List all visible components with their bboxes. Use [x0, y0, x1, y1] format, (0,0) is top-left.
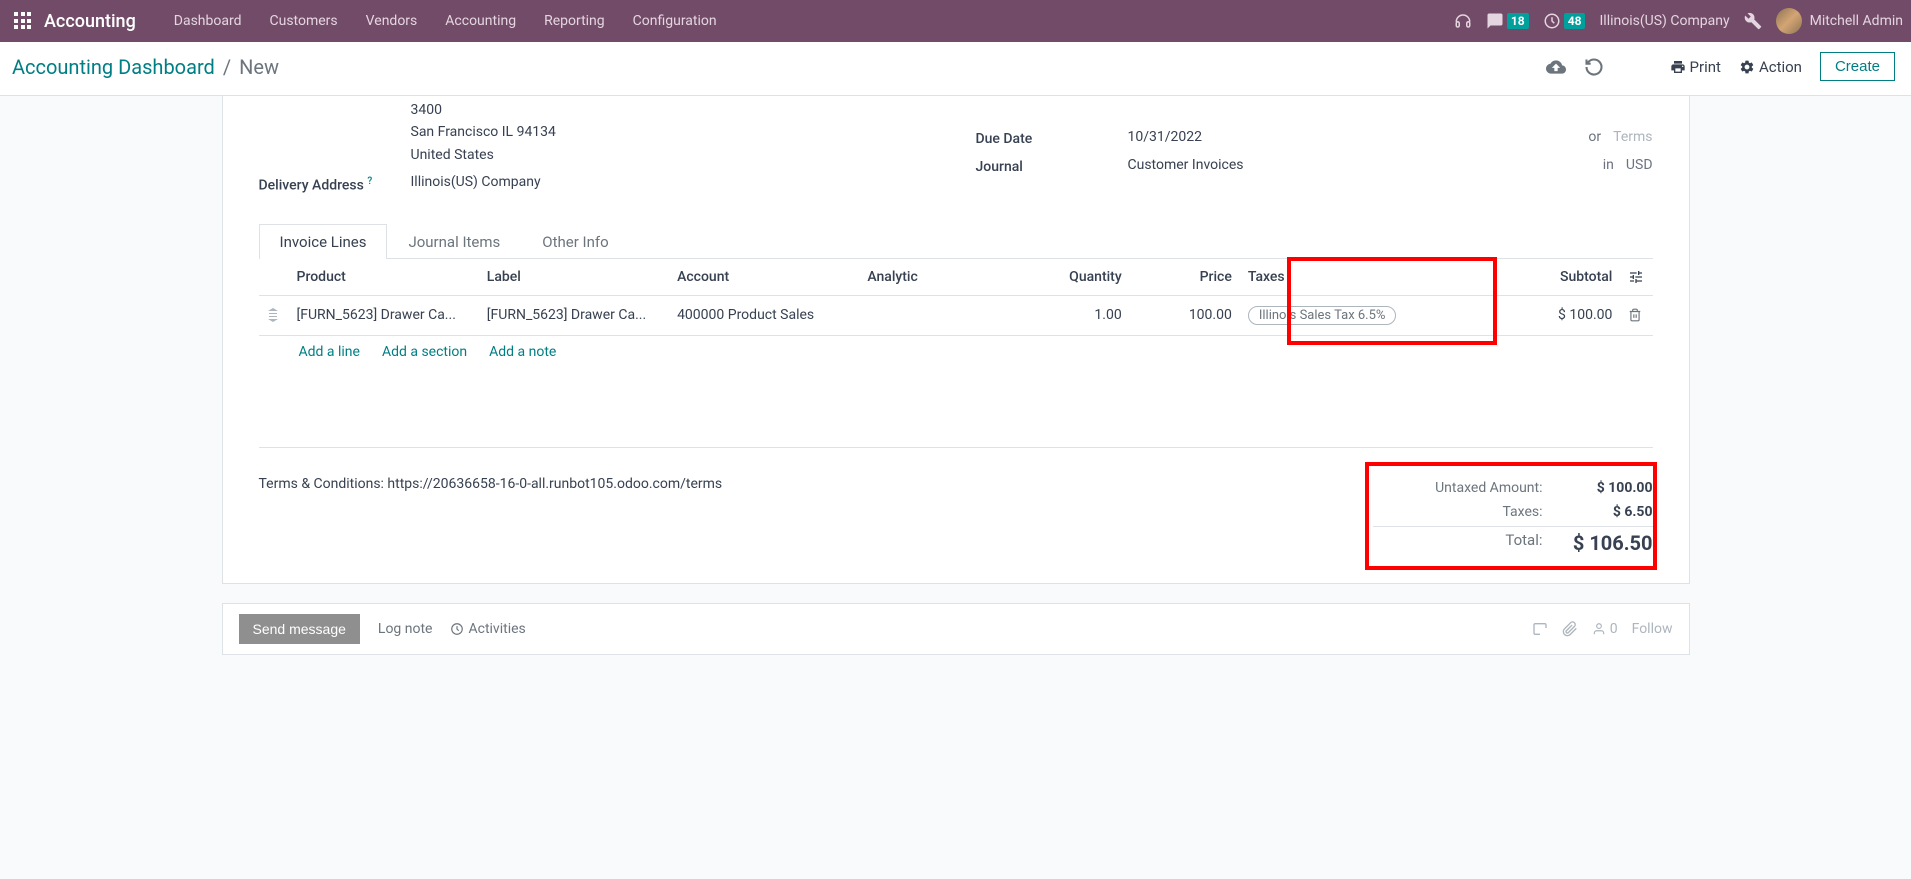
- total-label: Total:: [1373, 531, 1543, 555]
- table-row[interactable]: [FURN_5623] Drawer Ca... [FURN_5623] Dra…: [259, 295, 1653, 335]
- delivery-label: Delivery Address ?: [259, 174, 411, 194]
- messages-badge: 18: [1507, 13, 1529, 29]
- avatar: [1776, 8, 1802, 34]
- th-label[interactable]: Label: [479, 259, 669, 296]
- print-button[interactable]: Print: [1670, 58, 1721, 76]
- breadcrumb-parent[interactable]: Accounting Dashboard: [12, 55, 215, 79]
- th-product[interactable]: Product: [289, 259, 479, 296]
- total-value: $ 106.50: [1543, 531, 1653, 555]
- breadcrumb: Accounting Dashboard / New: [12, 55, 279, 79]
- journal-value[interactable]: Customer Invoices: [1128, 157, 1244, 173]
- messages-icon[interactable]: 18: [1486, 12, 1529, 30]
- attachment-icon[interactable]: [1532, 621, 1548, 637]
- th-subtotal[interactable]: Subtotal: [1490, 259, 1620, 296]
- activities-badge: 48: [1564, 13, 1586, 29]
- taxes-total-label: Taxes:: [1373, 504, 1543, 520]
- tab-journal-items[interactable]: Journal Items: [387, 224, 521, 259]
- cell-price[interactable]: 100.00: [1130, 295, 1240, 335]
- tab-other-info[interactable]: Other Info: [521, 224, 629, 259]
- add-line-link[interactable]: Add a line: [299, 344, 360, 360]
- add-section-link[interactable]: Add a section: [382, 344, 467, 360]
- due-date-value[interactable]: 10/31/2022: [1128, 129, 1203, 145]
- nav-vendors[interactable]: Vendors: [352, 0, 432, 42]
- terms-placeholder[interactable]: Terms: [1613, 129, 1652, 145]
- support-icon[interactable]: [1454, 12, 1472, 30]
- nav-accounting[interactable]: Accounting: [431, 0, 530, 42]
- th-taxes[interactable]: Taxes: [1240, 259, 1490, 296]
- apps-grid-icon[interactable]: [14, 12, 32, 30]
- action-button[interactable]: Action: [1739, 58, 1802, 76]
- due-date-label: Due Date: [976, 129, 1128, 147]
- main-navbar: Accounting Dashboard Customers Vendors A…: [0, 0, 1911, 42]
- followers-button[interactable]: 0: [1592, 621, 1618, 637]
- save-cloud-icon[interactable]: [1546, 57, 1566, 77]
- activities-icon[interactable]: 48: [1543, 12, 1586, 30]
- username: Mitchell Admin: [1810, 13, 1903, 29]
- invoice-lines-table: Product Label Account Analytic Quantity …: [259, 259, 1653, 336]
- columns-settings-icon[interactable]: [1628, 269, 1644, 285]
- tab-invoice-lines[interactable]: Invoice Lines: [259, 224, 388, 259]
- trash-icon[interactable]: [1628, 308, 1644, 322]
- form-sheet: 3400 San Francisco IL 94134 United State…: [222, 96, 1690, 584]
- company-switcher[interactable]: Illinois(US) Company: [1599, 13, 1729, 29]
- paperclip-icon[interactable]: [1562, 621, 1578, 637]
- currency-value[interactable]: USD: [1626, 157, 1653, 173]
- activities-button[interactable]: Activities: [450, 621, 525, 637]
- journal-label: Journal: [976, 157, 1128, 175]
- partner-address: 3400 San Francisco IL 94134 United State…: [411, 99, 936, 166]
- control-panel: Accounting Dashboard / New Print Action …: [0, 42, 1911, 96]
- cell-quantity[interactable]: 1.00: [1010, 295, 1130, 335]
- user-menu[interactable]: Mitchell Admin: [1776, 8, 1903, 34]
- nav-customers[interactable]: Customers: [256, 0, 352, 42]
- breadcrumb-sep: /: [223, 55, 231, 79]
- cell-taxes[interactable]: Illinois Sales Tax 6.5%: [1240, 295, 1490, 335]
- delivery-value[interactable]: Illinois(US) Company: [411, 174, 936, 190]
- log-note-button[interactable]: Log note: [378, 621, 433, 637]
- follow-button[interactable]: Follow: [1632, 621, 1673, 637]
- content-scroll[interactable]: 3400 San Francisco IL 94134 United State…: [0, 96, 1911, 877]
- tax-tag[interactable]: Illinois Sales Tax 6.5%: [1248, 306, 1397, 325]
- cell-account[interactable]: 400000 Product Sales: [669, 295, 859, 335]
- add-links: Add a line Add a section Add a note: [259, 336, 1653, 368]
- discard-icon[interactable]: [1584, 57, 1604, 77]
- nav-configuration[interactable]: Configuration: [619, 0, 731, 42]
- th-quantity[interactable]: Quantity: [1010, 259, 1130, 296]
- untaxed-label: Untaxed Amount:: [1373, 480, 1543, 496]
- tabs: Invoice Lines Journal Items Other Info: [259, 224, 1653, 259]
- debug-icon[interactable]: [1744, 12, 1762, 30]
- send-message-button[interactable]: Send message: [239, 614, 360, 644]
- nav-menu: Dashboard Customers Vendors Accounting R…: [160, 0, 731, 42]
- app-brand[interactable]: Accounting: [44, 11, 136, 32]
- terms-text[interactable]: Terms & Conditions: https://20636658-16-…: [259, 476, 1333, 559]
- breadcrumb-current: New: [239, 55, 279, 79]
- cell-analytic[interactable]: [859, 295, 1009, 335]
- th-price[interactable]: Price: [1130, 259, 1240, 296]
- drag-handle-icon[interactable]: [259, 295, 289, 335]
- th-analytic[interactable]: Analytic: [859, 259, 1009, 296]
- chatter-bar: Send message Log note Activities 0 Follo…: [222, 603, 1690, 655]
- cell-subtotal: $ 100.00: [1490, 295, 1620, 335]
- nav-dashboard[interactable]: Dashboard: [160, 0, 256, 42]
- cell-label[interactable]: [FURN_5623] Drawer Ca...: [479, 295, 669, 335]
- th-account[interactable]: Account: [669, 259, 859, 296]
- create-button[interactable]: Create: [1820, 52, 1895, 81]
- totals: Untaxed Amount: $ 100.00 Taxes: $ 6.50 T…: [1373, 476, 1653, 559]
- nav-reporting[interactable]: Reporting: [530, 0, 619, 42]
- taxes-total-value: $ 6.50: [1543, 504, 1653, 520]
- untaxed-value: $ 100.00: [1543, 480, 1653, 496]
- add-note-link[interactable]: Add a note: [489, 344, 556, 360]
- cell-product[interactable]: [FURN_5623] Drawer Ca...: [289, 295, 479, 335]
